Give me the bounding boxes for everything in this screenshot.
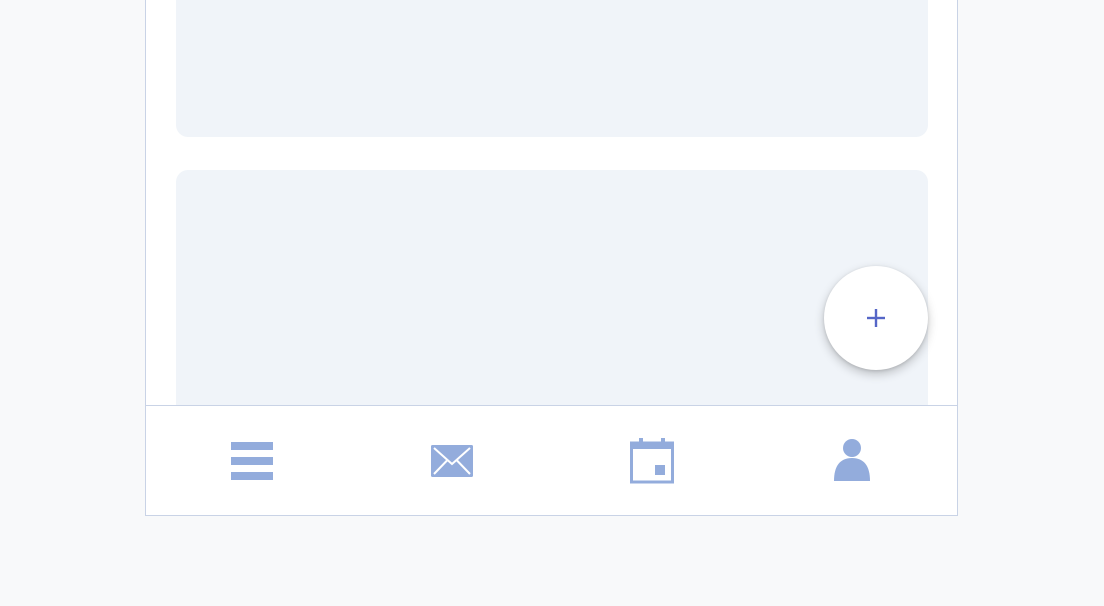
bottom-navigation xyxy=(146,405,957,515)
menu-icon xyxy=(231,442,273,480)
content-card xyxy=(176,170,928,405)
nav-profile-button[interactable] xyxy=(752,406,952,515)
add-button[interactable] xyxy=(824,266,928,370)
user-icon xyxy=(834,439,870,481)
calendar-icon xyxy=(630,438,674,484)
nav-menu-button[interactable] xyxy=(152,406,352,515)
app-frame xyxy=(145,0,958,516)
mail-icon xyxy=(431,445,473,477)
plus-icon xyxy=(867,309,885,327)
content-area xyxy=(146,0,957,405)
nav-calendar-button[interactable] xyxy=(552,406,752,515)
content-card xyxy=(176,0,928,137)
nav-mail-button[interactable] xyxy=(352,406,552,515)
